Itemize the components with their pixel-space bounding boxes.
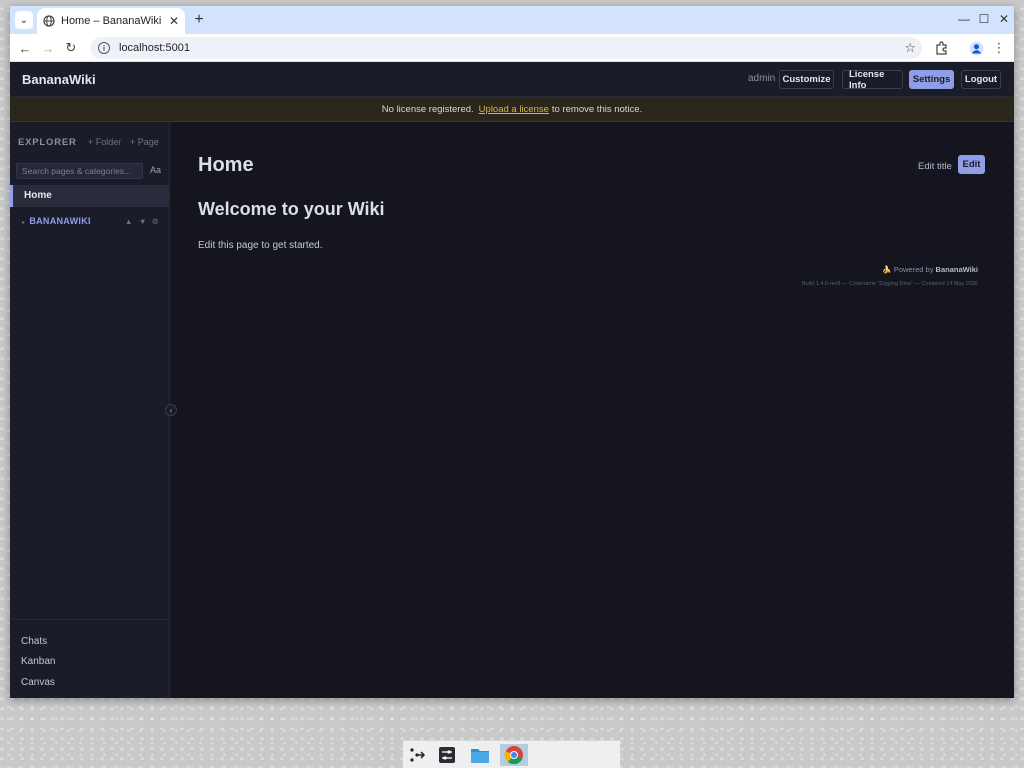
sidebar-link-canvas[interactable]: Canvas: [21, 677, 55, 688]
browser-toolbar: ← → ↻ i localhost:5001 ☆ ⋮: [10, 34, 1014, 62]
folder-app-icon[interactable]: [469, 744, 491, 766]
logout-button[interactable]: Logout: [961, 70, 1001, 89]
search-input[interactable]: [16, 163, 143, 179]
add-page-button[interactable]: + Page: [130, 137, 159, 147]
address-text: localhost:5001: [119, 42, 190, 54]
taskbar: [403, 740, 620, 768]
customize-button[interactable]: Customize: [779, 70, 834, 89]
menu-kebab-icon[interactable]: ⋮: [990, 39, 1008, 57]
notice-text-after: to remove this notice.: [551, 103, 643, 115]
forward-arrow-icon[interactable]: →: [39, 39, 57, 57]
close-window-icon[interactable]: ✕: [996, 12, 1012, 26]
settings-app-icon[interactable]: [436, 744, 458, 766]
bananawiki-app: BananaWiki admin Customize License Info …: [10, 62, 1014, 698]
chrome-app-icon[interactable]: [500, 744, 528, 766]
address-bar[interactable]: i localhost:5001 ☆: [90, 37, 922, 59]
add-folder-button[interactable]: + Folder: [88, 137, 121, 147]
chevron-down-icon: ⌄: [19, 14, 29, 26]
settings-button[interactable]: Settings: [909, 70, 954, 89]
banana-icon: 🍌: [882, 265, 892, 274]
sidebar-link-chats[interactable]: Chats: [21, 636, 47, 647]
edit-button[interactable]: Edit: [958, 155, 985, 174]
bookmark-star-icon[interactable]: ☆: [904, 40, 916, 56]
license-notice: No license registered. Upload a license …: [10, 97, 1014, 122]
sidebar-link-kanban[interactable]: Kanban: [21, 656, 55, 667]
build-info: Build 1.4.0-rev8 — Codename "Digging Din…: [801, 281, 978, 287]
current-user: admin: [748, 73, 776, 84]
folder-bananawiki[interactable]: ▸ BANANAWIKI: [22, 216, 91, 226]
close-tab-icon[interactable]: ✕: [169, 14, 179, 28]
maximize-icon[interactable]: ☐: [976, 12, 992, 26]
explorer-sidebar: EXPLORER + Folder + Page Aa Home ▸BANANA…: [10, 122, 170, 698]
content-paragraph: Edit this page to get started.: [198, 240, 323, 251]
license-info-button[interactable]: License Info: [842, 69, 903, 91]
move-down-icon[interactable]: ▼: [139, 217, 146, 226]
move-up-icon[interactable]: ▲: [125, 217, 132, 226]
gear-icon[interactable]: ⚙: [152, 217, 159, 226]
globe-icon: [43, 15, 55, 27]
new-tab-button[interactable]: +: [190, 11, 208, 29]
folder-label: BANANAWIKI: [29, 216, 91, 226]
sidebar-item-home[interactable]: Home: [10, 185, 169, 207]
workflow-app-icon[interactable]: [406, 744, 428, 766]
powered-brand: BananaWiki: [935, 265, 978, 274]
upload-license-link[interactable]: Upload a license: [479, 104, 549, 115]
match-case-toggle[interactable]: Aa: [150, 165, 161, 175]
tab-search-button[interactable]: ⌄: [15, 11, 33, 29]
sidebar-footer: [10, 619, 169, 620]
tab-strip: ⌄ Home – BananaWiki ✕ + — ☐ ✕: [10, 6, 1014, 34]
caret-right-icon: ▸: [22, 220, 26, 226]
explorer-label: EXPLORER: [18, 137, 77, 148]
notice-text: No license registered.: [381, 103, 474, 115]
browser-tab-active[interactable]: Home – BananaWiki ✕: [37, 8, 185, 34]
page-title: Home: [198, 154, 254, 176]
edit-title-button[interactable]: Edit title: [918, 161, 952, 172]
powered-by: 🍌 Powered by BananaWiki: [882, 265, 978, 274]
minimize-icon[interactable]: —: [956, 12, 972, 26]
browser-window: ⌄ Home – BananaWiki ✕ + — ☐ ✕ ← → ↻ i lo…: [10, 6, 1014, 698]
tab-title: Home – BananaWiki: [61, 15, 162, 27]
app-brand[interactable]: BananaWiki: [22, 72, 96, 87]
site-info-icon[interactable]: i: [98, 42, 110, 54]
profile-avatar-icon[interactable]: [967, 39, 985, 57]
content-heading: Welcome to your Wiki: [198, 199, 385, 219]
app-header: BananaWiki admin Customize License Info …: [10, 62, 1014, 97]
powered-prefix: Powered by: [893, 265, 934, 274]
reload-icon[interactable]: ↻: [62, 39, 80, 57]
page-content: Home Edit title Edit Welcome to your Wik…: [170, 122, 1014, 698]
back-arrow-icon[interactable]: ←: [16, 39, 34, 57]
extensions-puzzle-icon[interactable]: [933, 39, 951, 57]
